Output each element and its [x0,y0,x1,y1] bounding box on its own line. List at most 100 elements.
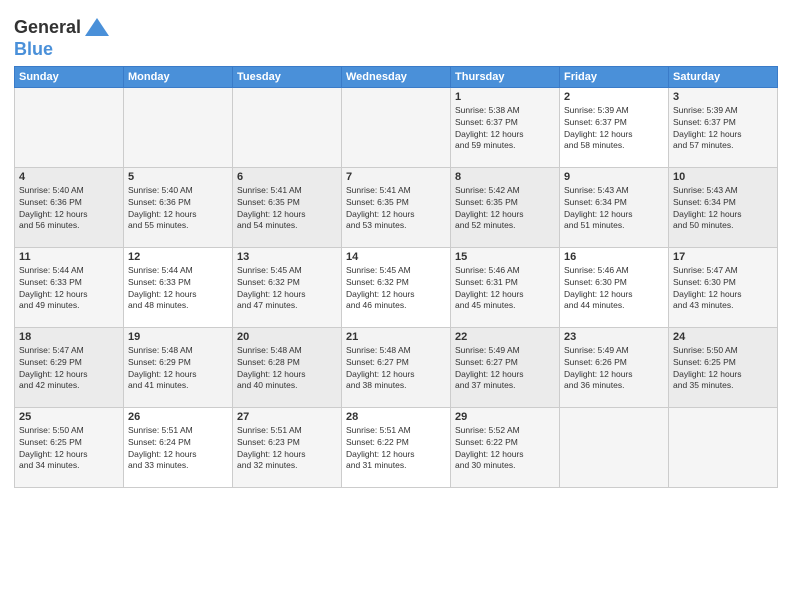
weekday-header-monday: Monday [124,66,233,87]
calendar-day-19: 19 Sunrise: 5:48 AM Sunset: 6:29 PM Dayli… [124,327,233,407]
calendar-day-12: 12 Sunrise: 5:44 AM Sunset: 6:33 PM Dayli… [124,247,233,327]
day-info: Sunrise: 5:48 AM Sunset: 6:27 PM Dayligh… [346,345,446,393]
day-number: 28 [346,411,446,423]
logo-text-block: General Blue [14,14,111,60]
day-number: 19 [128,331,228,343]
calendar-day-17: 17 Sunrise: 5:47 AM Sunset: 6:30 PM Dayli… [669,247,778,327]
day-number: 13 [237,251,337,263]
calendar-day-11: 11 Sunrise: 5:44 AM Sunset: 6:33 PM Dayli… [15,247,124,327]
day-info: Sunrise: 5:44 AM Sunset: 6:33 PM Dayligh… [128,265,228,313]
day-info: Sunrise: 5:46 AM Sunset: 6:31 PM Dayligh… [455,265,555,313]
calendar-week-row: 4 Sunrise: 5:40 AM Sunset: 6:36 PM Daylig… [15,167,778,247]
day-info: Sunrise: 5:48 AM Sunset: 6:28 PM Dayligh… [237,345,337,393]
day-info: Sunrise: 5:48 AM Sunset: 6:29 PM Dayligh… [128,345,228,393]
day-number: 21 [346,331,446,343]
day-info: Sunrise: 5:40 AM Sunset: 6:36 PM Dayligh… [19,185,119,233]
day-number: 3 [673,91,773,103]
day-number: 23 [564,331,664,343]
day-info: Sunrise: 5:39 AM Sunset: 6:37 PM Dayligh… [673,105,773,153]
calendar-day-22: 22 Sunrise: 5:49 AM Sunset: 6:27 PM Dayli… [451,327,560,407]
day-number: 16 [564,251,664,263]
calendar-day-13: 13 Sunrise: 5:45 AM Sunset: 6:32 PM Dayli… [233,247,342,327]
logo-icon [83,14,111,42]
weekday-header-wednesday: Wednesday [342,66,451,87]
weekday-header-thursday: Thursday [451,66,560,87]
day-number: 14 [346,251,446,263]
day-info: Sunrise: 5:46 AM Sunset: 6:30 PM Dayligh… [564,265,664,313]
calendar-day-empty [233,87,342,167]
day-number: 2 [564,91,664,103]
calendar-day-20: 20 Sunrise: 5:48 AM Sunset: 6:28 PM Dayli… [233,327,342,407]
weekday-header-tuesday: Tuesday [233,66,342,87]
day-number: 1 [455,91,555,103]
day-number: 8 [455,171,555,183]
calendar-day-empty [342,87,451,167]
calendar-day-29: 29 Sunrise: 5:52 AM Sunset: 6:22 PM Dayli… [451,407,560,487]
calendar-week-row: 25 Sunrise: 5:50 AM Sunset: 6:25 PM Dayli… [15,407,778,487]
calendar-day-15: 15 Sunrise: 5:46 AM Sunset: 6:31 PM Dayli… [451,247,560,327]
day-info: Sunrise: 5:50 AM Sunset: 6:25 PM Dayligh… [673,345,773,393]
calendar-day-10: 10 Sunrise: 5:43 AM Sunset: 6:34 PM Dayli… [669,167,778,247]
day-info: Sunrise: 5:38 AM Sunset: 6:37 PM Dayligh… [455,105,555,153]
calendar-day-empty [669,407,778,487]
day-info: Sunrise: 5:40 AM Sunset: 6:36 PM Dayligh… [128,185,228,233]
calendar-day-5: 5Sunrise: 5:40 AM Sunset: 6:36 PM Daylig… [124,167,233,247]
day-info: Sunrise: 5:41 AM Sunset: 6:35 PM Dayligh… [346,185,446,233]
day-info: Sunrise: 5:49 AM Sunset: 6:26 PM Dayligh… [564,345,664,393]
day-number: 27 [237,411,337,423]
day-number: 11 [19,251,119,263]
day-number: 7 [346,171,446,183]
day-info: Sunrise: 5:45 AM Sunset: 6:32 PM Dayligh… [237,265,337,313]
day-info: Sunrise: 5:51 AM Sunset: 6:24 PM Dayligh… [128,425,228,473]
day-info: Sunrise: 5:41 AM Sunset: 6:35 PM Dayligh… [237,185,337,233]
day-info: Sunrise: 5:45 AM Sunset: 6:32 PM Dayligh… [346,265,446,313]
day-number: 15 [455,251,555,263]
calendar-day-25: 25 Sunrise: 5:50 AM Sunset: 6:25 PM Dayli… [15,407,124,487]
day-number: 6 [237,171,337,183]
calendar-day-7: 7 Sunrise: 5:41 AM Sunset: 6:35 PM Daylig… [342,167,451,247]
day-info: Sunrise: 5:43 AM Sunset: 6:34 PM Dayligh… [564,185,664,233]
day-info: Sunrise: 5:47 AM Sunset: 6:30 PM Dayligh… [673,265,773,313]
day-info: Sunrise: 5:42 AM Sunset: 6:35 PM Dayligh… [455,185,555,233]
day-number: 12 [128,251,228,263]
calendar-day-empty [124,87,233,167]
calendar-day-27: 27 Sunrise: 5:51 AM Sunset: 6:23 PM Dayli… [233,407,342,487]
logo-blue: Blue [14,40,53,60]
day-number: 22 [455,331,555,343]
calendar-day-2: 2 Sunrise: 5:39 AM Sunset: 6:37 PM Daylig… [560,87,669,167]
day-number: 24 [673,331,773,343]
calendar-day-16: 16 Sunrise: 5:46 AM Sunset: 6:30 PM Dayli… [560,247,669,327]
calendar-week-row: 1 Sunrise: 5:38 AM Sunset: 6:37 PM Daylig… [15,87,778,167]
day-info: Sunrise: 5:52 AM Sunset: 6:22 PM Dayligh… [455,425,555,473]
day-info: Sunrise: 5:51 AM Sunset: 6:22 PM Dayligh… [346,425,446,473]
day-info: Sunrise: 5:49 AM Sunset: 6:27 PM Dayligh… [455,345,555,393]
calendar-day-6: 6 Sunrise: 5:41 AM Sunset: 6:35 PM Daylig… [233,167,342,247]
calendar-day-14: 14 Sunrise: 5:45 AM Sunset: 6:32 PM Dayli… [342,247,451,327]
day-number: 26 [128,411,228,423]
calendar-day-empty [15,87,124,167]
calendar-day-21: 21 Sunrise: 5:48 AM Sunset: 6:27 PM Dayli… [342,327,451,407]
day-number: 4 [19,171,119,183]
weekday-header-saturday: Saturday [669,66,778,87]
day-number: 10 [673,171,773,183]
page-container: General Blue SundayMondayTuesdayWednesda… [0,0,792,612]
calendar-day-4: 4 Sunrise: 5:40 AM Sunset: 6:36 PM Daylig… [15,167,124,247]
calendar-day-empty [560,407,669,487]
day-number: 25 [19,411,119,423]
day-info: Sunrise: 5:43 AM Sunset: 6:34 PM Dayligh… [673,185,773,233]
calendar-table: SundayMondayTuesdayWednesdayThursdayFrid… [14,66,778,488]
day-info: Sunrise: 5:50 AM Sunset: 6:25 PM Dayligh… [19,425,119,473]
day-number: 20 [237,331,337,343]
day-number: 18 [19,331,119,343]
day-info: Sunrise: 5:39 AM Sunset: 6:37 PM Dayligh… [564,105,664,153]
day-number: 29 [455,411,555,423]
header: General Blue [14,10,778,60]
day-number: 17 [673,251,773,263]
calendar-day-1: 1 Sunrise: 5:38 AM Sunset: 6:37 PM Daylig… [451,87,560,167]
day-info: Sunrise: 5:44 AM Sunset: 6:33 PM Dayligh… [19,265,119,313]
calendar-week-row: 18Sunrise: 5:47 AM Sunset: 6:29 PM Dayli… [15,327,778,407]
day-info: Sunrise: 5:51 AM Sunset: 6:23 PM Dayligh… [237,425,337,473]
calendar-day-3: 3 Sunrise: 5:39 AM Sunset: 6:37 PM Daylig… [669,87,778,167]
calendar-day-9: 9Sunrise: 5:43 AM Sunset: 6:34 PM Daylig… [560,167,669,247]
logo: General Blue [14,14,111,60]
